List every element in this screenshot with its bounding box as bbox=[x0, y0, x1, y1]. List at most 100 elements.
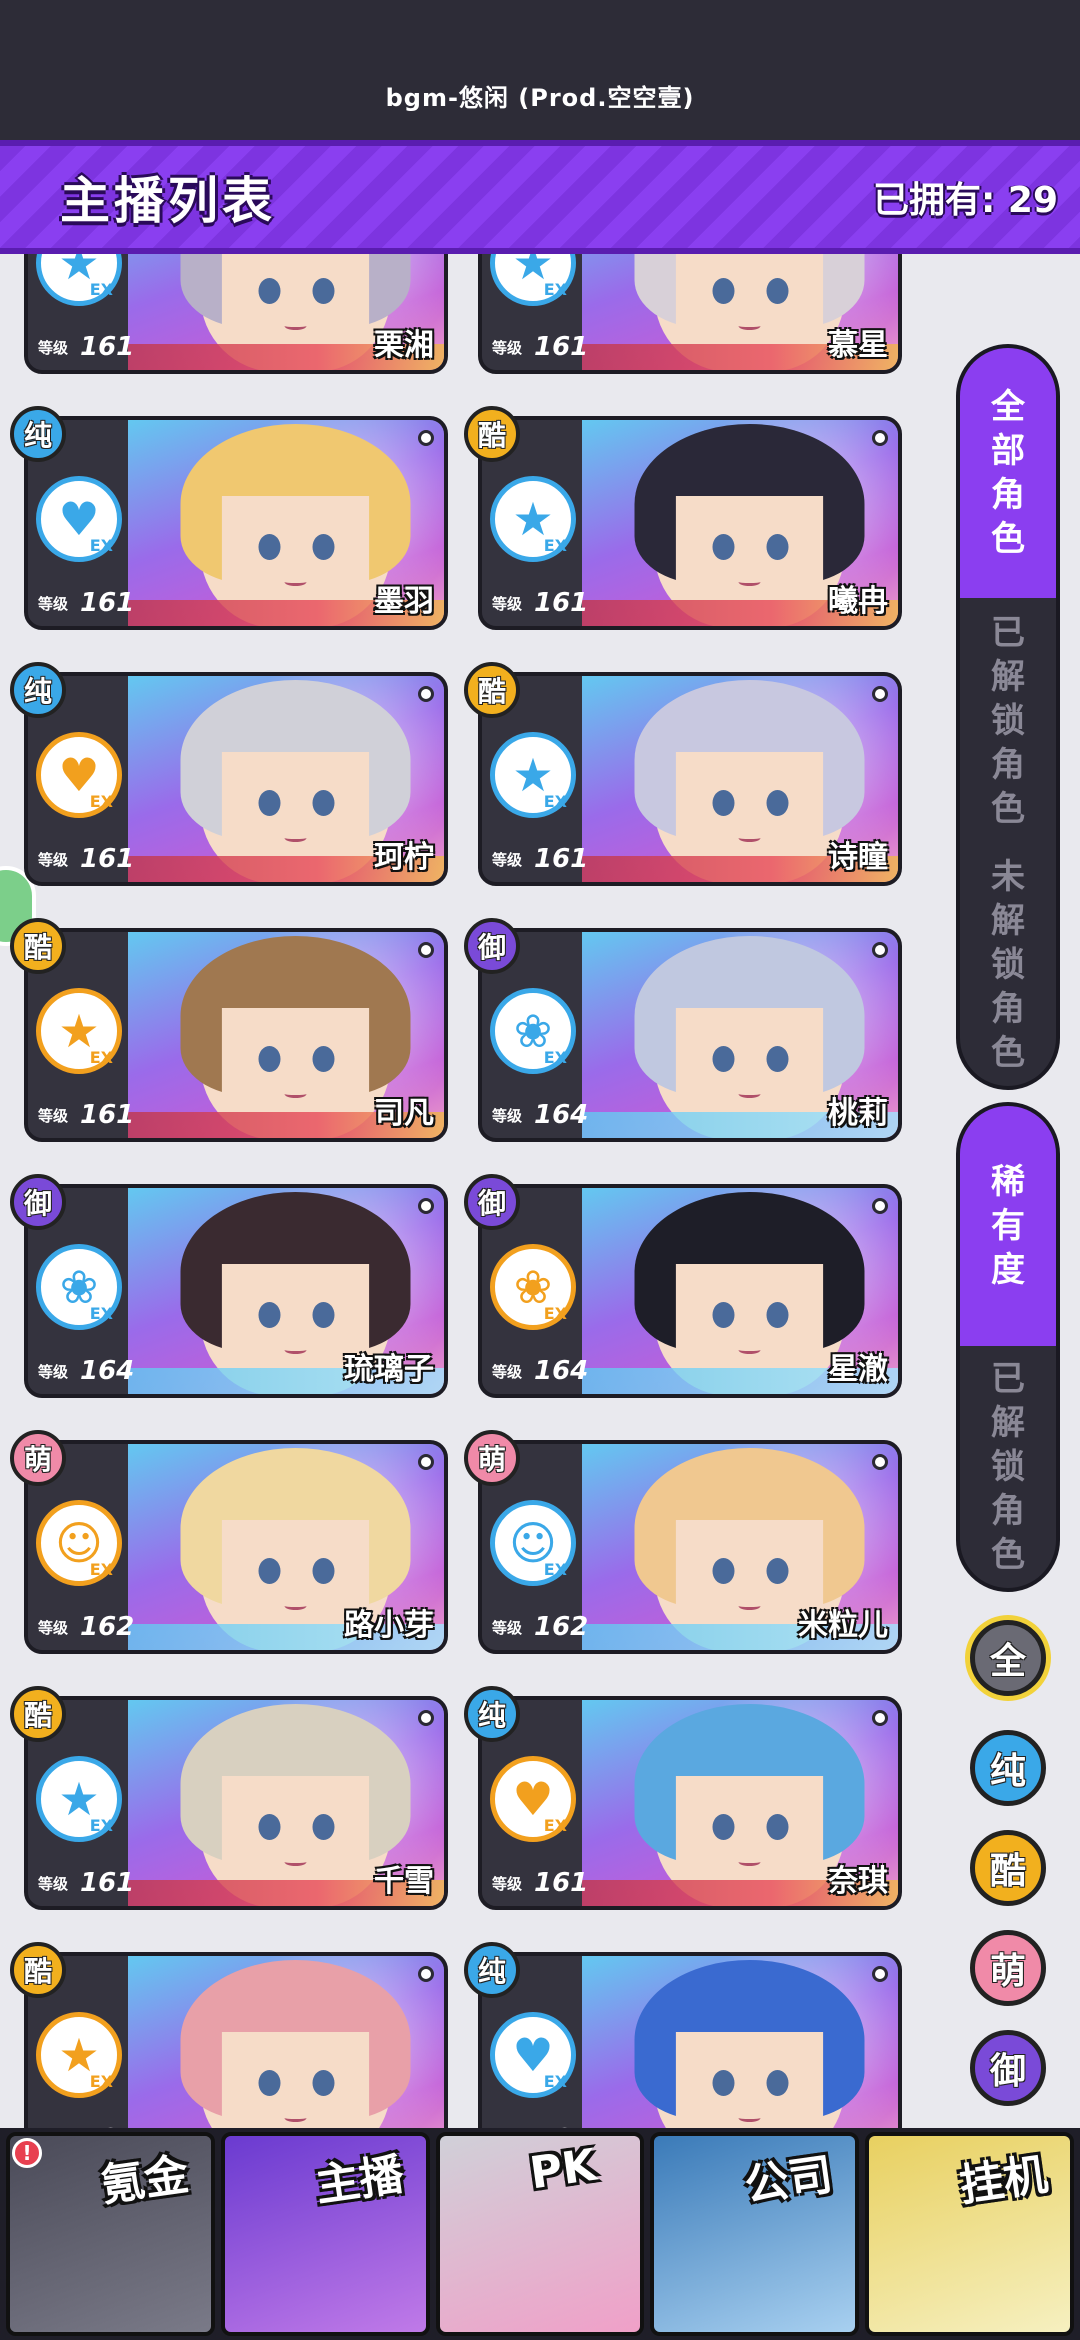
emblem-ex: EX bbox=[543, 280, 567, 299]
filter-unlock-1[interactable]: 已解锁角色 bbox=[960, 598, 1056, 844]
portrait-eye bbox=[312, 790, 335, 816]
level-value: 161 bbox=[80, 1868, 135, 1898]
level-label: 等级 bbox=[492, 595, 523, 613]
portrait-eye bbox=[258, 2070, 281, 2096]
nav-item-4[interactable]: 挂机 bbox=[865, 2132, 1074, 2336]
status-dot bbox=[418, 686, 434, 702]
character-card[interactable]: ★ EX 等级 161 栗湘 bbox=[24, 254, 448, 374]
character-card[interactable]: ❀ EX 等级 164 桃莉 bbox=[478, 928, 902, 1142]
portrait-face bbox=[634, 936, 865, 1138]
portrait-hair bbox=[180, 1448, 411, 1608]
portrait-eye bbox=[258, 1302, 281, 1328]
filter-label-char: 解 bbox=[991, 1403, 1025, 1443]
portrait-hair bbox=[180, 680, 411, 840]
portrait-eye bbox=[712, 1558, 735, 1584]
filter-type-yu[interactable]: 御 bbox=[970, 2030, 1046, 2106]
portrait-eye bbox=[712, 790, 735, 816]
character-card[interactable]: ♥ EX 等级 161 bbox=[478, 1952, 902, 2128]
filter-label-char: 角 bbox=[991, 475, 1025, 515]
portrait-eye bbox=[766, 1814, 789, 1840]
portrait-mouth bbox=[284, 2114, 307, 2122]
character-card[interactable]: ♥ EX 等级 161 奈琪 bbox=[478, 1696, 902, 1910]
portrait-face bbox=[180, 424, 411, 626]
character-card[interactable]: ★ EX 等级 161 千雪 bbox=[24, 1696, 448, 1910]
filter-label-char: 解 bbox=[991, 657, 1025, 697]
character-card[interactable]: ★ EX 等级 161 曦冉 bbox=[478, 416, 902, 630]
nav-item-2[interactable]: PK bbox=[435, 2132, 645, 2336]
type-emblem-icon: ★ EX bbox=[36, 2012, 122, 2098]
nav-item-0[interactable]: 氪金 ! bbox=[6, 2132, 215, 2336]
filter-type-ku[interactable]: 酷 bbox=[970, 1830, 1046, 1906]
character-card[interactable]: ☺ EX 等级 162 米粒儿 bbox=[478, 1440, 902, 1654]
character-grid: ★ EX 等级 161 栗湘 ★ EX 等级 161 慕星 ♥ EX 等级 16… bbox=[0, 254, 940, 2128]
level-label: 等级 bbox=[492, 1619, 523, 1637]
music-bar: bgm-悠闲 (Prod.空空壹) bbox=[0, 0, 1080, 140]
level-label: 等级 bbox=[492, 1363, 523, 1381]
status-dot bbox=[872, 1454, 888, 1470]
emblem-ex: EX bbox=[543, 2072, 567, 2091]
portrait-hair bbox=[180, 1192, 411, 1352]
emblem-ex: EX bbox=[89, 1048, 113, 1067]
filter-label-char: 已 bbox=[991, 1359, 1025, 1399]
portrait-hair bbox=[634, 936, 865, 1096]
level-label: 等级 bbox=[38, 1875, 69, 1893]
type-badge-meng: 萌 bbox=[10, 1430, 66, 1486]
music-title: bgm-悠闲 (Prod.空空壹) bbox=[385, 83, 695, 112]
type-emblem-icon: ♥ EX bbox=[490, 1756, 576, 1842]
emblem-ex: EX bbox=[543, 536, 567, 555]
portrait-hair bbox=[634, 1448, 865, 1608]
portrait-hair bbox=[180, 254, 411, 328]
type-badge-yu: 御 bbox=[10, 1174, 66, 1230]
portrait-eye bbox=[312, 1814, 335, 1840]
emblem-ex: EX bbox=[89, 2072, 113, 2091]
character-portrait bbox=[582, 1956, 898, 2128]
emblem-ex: EX bbox=[89, 792, 113, 811]
character-name: 米粒儿 bbox=[798, 1608, 888, 1643]
type-badge-ku: 酷 bbox=[10, 1942, 66, 1998]
nav-item-1[interactable]: 主播 bbox=[220, 2132, 430, 2336]
filter-type-all[interactable]: 全 bbox=[970, 1620, 1046, 1696]
nav-item-3[interactable]: 公司 bbox=[650, 2132, 860, 2336]
character-card[interactable]: ★ EX 等级 161 bbox=[24, 1952, 448, 2128]
filter-type-chun[interactable]: 纯 bbox=[970, 1730, 1046, 1806]
character-card[interactable]: ❀ EX 等级 164 星澈 bbox=[478, 1184, 902, 1398]
character-card[interactable]: ♥ EX 等级 161 墨羽 bbox=[24, 416, 448, 630]
character-card[interactable]: ❀ EX 等级 164 琉璃子 bbox=[24, 1184, 448, 1398]
filter-unlock-2[interactable]: 未解锁角色 bbox=[960, 844, 1056, 1086]
level-value: 161 bbox=[534, 1868, 589, 1898]
filter-unlock-0[interactable]: 全部角色 bbox=[960, 348, 1056, 598]
type-emblem-icon: ☺ EX bbox=[36, 1500, 122, 1586]
filter-rarity-1[interactable]: 已解锁角色 bbox=[960, 1346, 1056, 1588]
filter-rarity-0[interactable]: 稀有度 bbox=[960, 1106, 1056, 1346]
portrait-face bbox=[180, 936, 411, 1138]
portrait-eye bbox=[312, 278, 335, 304]
portrait-mouth bbox=[738, 1602, 761, 1610]
level-label: 等级 bbox=[38, 1363, 69, 1381]
owned-count: 已拥有: 29 bbox=[872, 180, 1058, 221]
nav-label: 主播 bbox=[312, 2149, 407, 2212]
type-badge-chun: 纯 bbox=[464, 1686, 520, 1742]
character-card[interactable]: ★ EX 等级 161 慕星 bbox=[478, 254, 902, 374]
type-badge-ku: 酷 bbox=[10, 1686, 66, 1742]
portrait-face bbox=[180, 680, 411, 882]
character-card[interactable]: ☺ EX 等级 162 路小芽 bbox=[24, 1440, 448, 1654]
level-value: 161 bbox=[534, 588, 589, 618]
portrait-mouth bbox=[738, 1090, 761, 1098]
character-card[interactable]: ♥ EX 等级 161 珂柠 bbox=[24, 672, 448, 886]
portrait-eye bbox=[312, 1302, 335, 1328]
portrait-eye bbox=[712, 278, 735, 304]
portrait-mouth bbox=[284, 834, 307, 842]
portrait-eye bbox=[312, 1046, 335, 1072]
type-emblem-icon: ★ EX bbox=[36, 1756, 122, 1842]
status-dot bbox=[418, 1198, 434, 1214]
filter-label-char: 色 bbox=[991, 1535, 1025, 1575]
portrait-face bbox=[634, 424, 865, 626]
filter-label-char: 锁 bbox=[991, 945, 1025, 985]
portrait-face bbox=[634, 254, 865, 370]
filter-type-meng[interactable]: 萌 bbox=[970, 1930, 1046, 2006]
filter-label-char: 角 bbox=[991, 745, 1025, 785]
character-card[interactable]: ★ EX 等级 161 司凡 bbox=[24, 928, 448, 1142]
portrait-face bbox=[634, 1704, 865, 1906]
character-portrait bbox=[128, 1956, 444, 2128]
character-card[interactable]: ★ EX 等级 161 诗瞳 bbox=[478, 672, 902, 886]
